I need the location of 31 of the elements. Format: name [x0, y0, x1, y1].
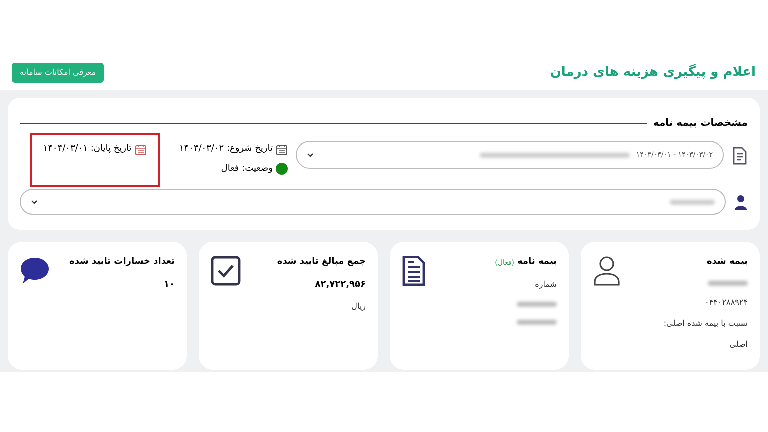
caret-icon — [31, 200, 38, 204]
card-text: شماره — [534, 278, 557, 290]
user-icon — [734, 194, 748, 210]
person-icon — [593, 256, 621, 286]
insured-dropdown[interactable] — [20, 189, 726, 215]
calendar-icon — [276, 144, 288, 156]
calendar-icon — [134, 144, 147, 156]
section-title: مشخصات بیمه نامه — [653, 117, 748, 131]
end-date: تاریخ پایان: ۱۴۰۴/۰۳/۰۱ — [43, 143, 132, 156]
card-value: ۸۲,۷۲۲,۹۵۶ — [314, 278, 366, 292]
page-title: اعلام و پیگیری هزینه های درمان — [550, 63, 756, 82]
document-icon — [732, 147, 748, 165]
chat-bubble-icon — [20, 256, 50, 286]
card-text: ریال — [350, 301, 366, 313]
redacted-text — [708, 280, 748, 286]
caret-icon — [307, 152, 314, 158]
redacted-text — [670, 200, 715, 204]
card-title: تعداد خسارات تایید شده — [70, 256, 175, 269]
redacted-text — [517, 320, 557, 324]
redacted-text — [517, 302, 557, 306]
status-text: وضعیت: فعال — [221, 162, 273, 176]
card-text: ۰۴۴۰۲۸۸۹۲۴ — [704, 296, 748, 308]
document-icon — [402, 256, 426, 286]
card-title: بیمه شده — [706, 256, 748, 269]
card-value: ۱۰ — [163, 278, 175, 292]
card-text: نسبت با بیمه شده اصلی: — [664, 318, 748, 330]
card-text: اصلی — [728, 338, 748, 350]
card-title: بیمه نامه — [518, 256, 557, 269]
card-title: جمع مبالغ تایید شده — [277, 256, 366, 269]
checkbox-icon — [211, 256, 241, 286]
start-date: تاریخ شروع: ۱۴۰۳/۰۳/۰۲ — [179, 143, 273, 156]
